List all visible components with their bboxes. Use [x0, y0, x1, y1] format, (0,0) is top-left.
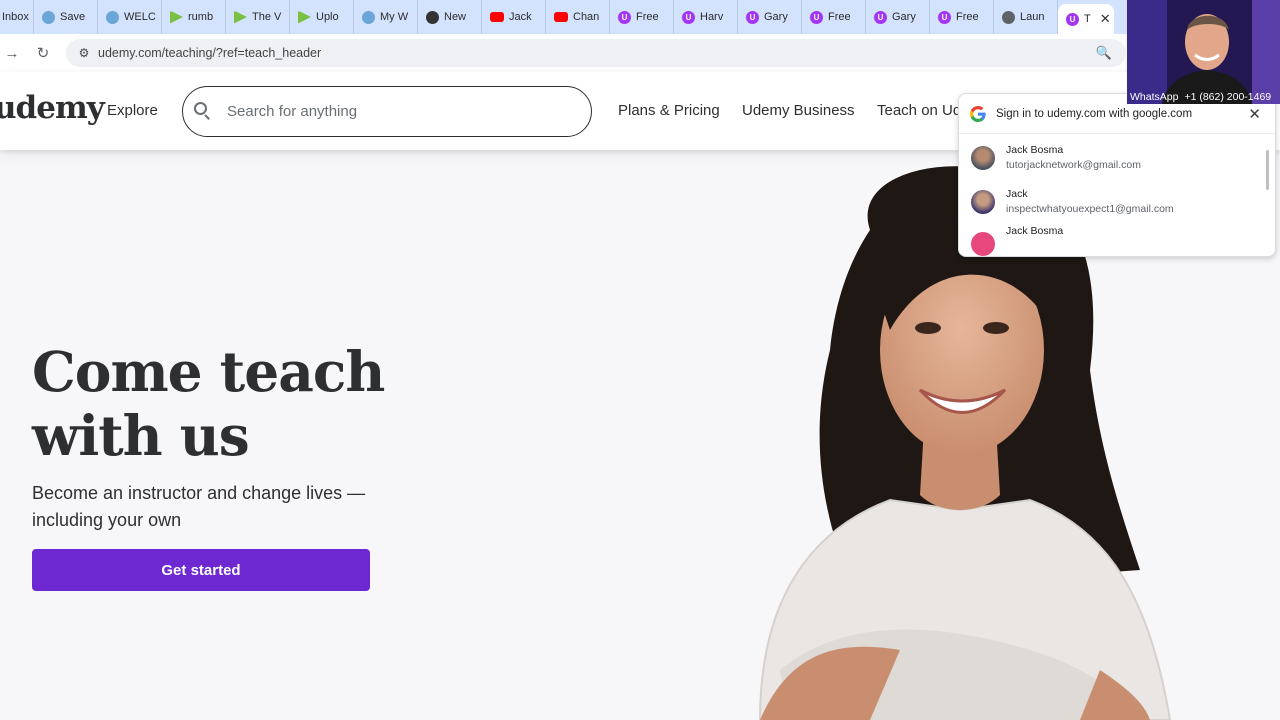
browser-tab-active[interactable]: U T ✕	[1058, 4, 1114, 34]
reload-icon[interactable]: ↻	[29, 39, 57, 67]
github-icon	[426, 10, 439, 24]
webcam-caption: WhatsApp +1 (862) 200-1469	[1130, 91, 1271, 103]
browser-tab[interactable]: Chan	[546, 0, 610, 34]
browser-tab[interactable]: U Free	[930, 0, 994, 34]
tab-label: Gary	[892, 11, 916, 23]
account-email: tutorjacknetwork@gmail.com	[1006, 159, 1141, 171]
search-input[interactable]	[227, 103, 567, 120]
browser-tab[interactable]: Uplo	[290, 0, 354, 34]
explore-link[interactable]: Explore	[107, 102, 158, 119]
browser-tab-strip: Inbox Save WELC rumb The V Uplo My W New…	[0, 0, 1280, 34]
get-started-button[interactable]: Get started	[32, 549, 370, 591]
browser-tab[interactable]: U Free	[610, 0, 674, 34]
webcam-overlay: WhatsApp +1 (862) 200-1469	[1127, 0, 1280, 104]
browser-tab[interactable]: Inbox	[0, 0, 34, 34]
plans-pricing-link[interactable]: Plans & Pricing	[618, 102, 720, 119]
rumble-play-icon	[298, 10, 311, 24]
webcam-person-image	[1127, 0, 1280, 104]
tab-label: Laun	[1020, 11, 1045, 23]
rumble-play-icon	[234, 10, 247, 24]
browser-tab[interactable]: New	[418, 0, 482, 34]
youtube-icon	[554, 12, 568, 22]
avatar	[971, 146, 995, 170]
google-icon	[970, 105, 986, 122]
site-info-icon[interactable]: ⚙	[74, 43, 94, 63]
zoom-icon[interactable]: 🔍	[1096, 45, 1112, 61]
hero-title-line: Come teach	[32, 339, 385, 404]
hero-title-line: with us	[32, 403, 250, 468]
tab-label: Uplo	[316, 11, 339, 23]
account-name: Jack	[1006, 188, 1028, 200]
browser-tab[interactable]: Laun	[994, 0, 1058, 34]
avatar	[971, 190, 995, 214]
hero-subtitle: Become an instructor and change lives — …	[32, 483, 366, 530]
google-signin-title: Sign in to udemy.com with google.com	[996, 107, 1193, 120]
tab-label: Free	[828, 11, 851, 23]
tab-label: Inbox	[2, 11, 29, 23]
tab-label: My W	[380, 11, 409, 23]
address-bar[interactable]: ⚙ udemy.com/teaching/?ref=teach_header 🔍	[66, 39, 1126, 67]
account-name: Jack Bosma	[1006, 225, 1064, 237]
udemy-business-link[interactable]: Udemy Business	[742, 102, 855, 119]
bird-icon	[106, 10, 119, 24]
hero-title: Come teach with us	[32, 340, 452, 468]
tab-label: Free	[636, 11, 659, 23]
udemy-icon: U	[938, 10, 951, 24]
rumble-play-icon	[170, 10, 183, 24]
tab-label: New	[444, 11, 467, 23]
search-bar[interactable]	[182, 86, 592, 137]
forward-icon[interactable]: →	[0, 39, 24, 67]
udemy-icon: U	[1066, 12, 1079, 26]
tab-label: T	[1084, 13, 1091, 25]
search-icon	[194, 102, 212, 120]
udemy-icon: U	[682, 10, 695, 24]
teach-on-udemy-link[interactable]: Teach on Ud	[877, 102, 961, 119]
tab-label: Save	[60, 11, 86, 23]
browser-tab[interactable]: WELC	[98, 0, 162, 34]
url-text: udemy.com/teaching/?ref=teach_header	[98, 46, 322, 60]
browser-tab[interactable]: Save	[34, 0, 98, 34]
tab-label: Gary	[764, 11, 788, 23]
tab-label: Chan	[573, 11, 600, 23]
udemy-icon: U	[746, 10, 759, 24]
udemy-icon: U	[810, 10, 823, 24]
close-icon[interactable]: ✕	[1248, 105, 1261, 123]
browser-tab[interactable]: U Free	[802, 0, 866, 34]
account-item[interactable]: Jack Bosma tutorjacknetwork@gmail.com	[959, 136, 1275, 180]
udemy-icon: U	[874, 10, 887, 24]
account-item[interactable]: Jack inspectwhatyouexpect1@gmail.com	[959, 180, 1275, 224]
tab-label: rumb	[188, 11, 214, 23]
account-email: inspectwhatyouexpect1@gmail.com	[1006, 203, 1174, 215]
bird-icon	[42, 10, 55, 24]
browser-tab[interactable]: The V	[226, 0, 290, 34]
tab-label: The V	[252, 11, 282, 23]
browser-tab[interactable]: U Gary	[738, 0, 802, 34]
browser-tab[interactable]: My W	[354, 0, 418, 34]
browser-tab[interactable]: rumb	[162, 0, 226, 34]
bird-icon	[362, 10, 375, 24]
udemy-logo[interactable]: udemy	[0, 90, 105, 126]
avatar	[971, 232, 995, 256]
webcam-app-name: WhatsApp	[1130, 91, 1179, 103]
popup-scrollbar[interactable]	[1266, 150, 1269, 190]
browser-toolbar: → ↻ ⚙ udemy.com/teaching/?ref=teach_head…	[0, 34, 1126, 72]
tab-label: Harv	[700, 11, 724, 23]
udemy-icon: U	[618, 10, 631, 24]
google-signin-popup: Sign in to udemy.com with google.com ✕ J…	[958, 93, 1276, 257]
account-item[interactable]: Jack Bosma	[959, 224, 1275, 256]
tab-label: Jack	[509, 11, 532, 23]
webcam-phone: +1 (862) 200-1469	[1184, 91, 1272, 103]
tab-label: WELC	[124, 11, 156, 23]
globe-icon	[1002, 10, 1015, 24]
tab-label: Free	[956, 11, 979, 23]
browser-tab[interactable]: Jack	[482, 0, 546, 34]
account-name: Jack Bosma	[1006, 144, 1064, 156]
browser-tab[interactable]: U Harv	[674, 0, 738, 34]
close-tab-icon[interactable]: ✕	[1100, 11, 1111, 27]
youtube-icon	[490, 12, 504, 22]
browser-tab[interactable]: U Gary	[866, 0, 930, 34]
